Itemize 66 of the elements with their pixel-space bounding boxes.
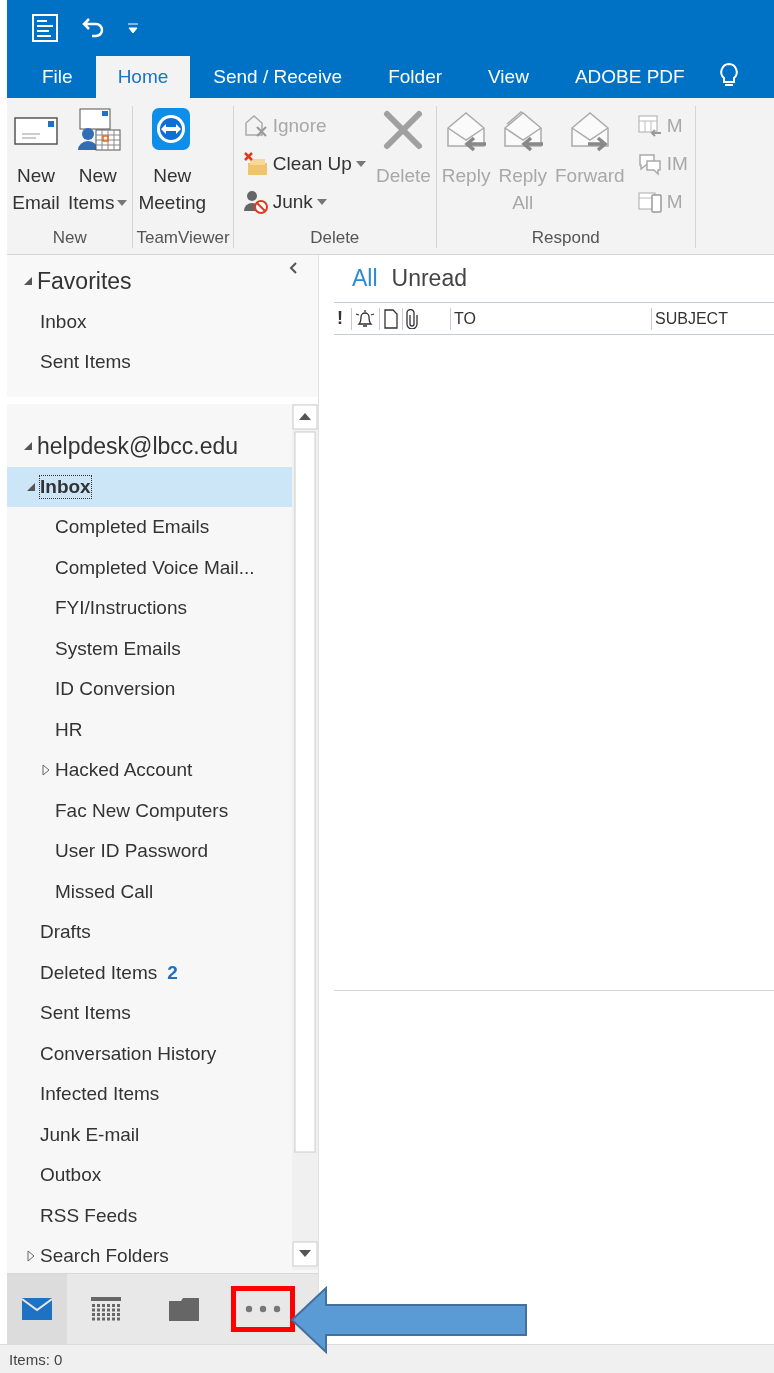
column-header[interactable]: TO: [451, 307, 652, 330]
caret-icon: [117, 199, 128, 206]
group-label: New: [51, 228, 88, 248]
folder-item[interactable]: User ID Password: [7, 831, 292, 872]
folder-item[interactable]: Hacked Account: [7, 750, 292, 791]
calendar-reply-icon: [636, 113, 663, 139]
folder-item[interactable]: System Emails: [7, 628, 292, 669]
folder-item[interactable]: Infected Items: [7, 1074, 292, 1115]
folder-item[interactable]: Completed Voice Mail...: [7, 547, 292, 588]
ribbon-button[interactable]: Junk: [242, 186, 366, 218]
folder-item[interactable]: Fac New Computers: [7, 790, 292, 831]
folder-icon[interactable]: [169, 1297, 199, 1321]
folder-item[interactable]: Search Folders: [7, 1236, 292, 1277]
bell-icon[interactable]: [355, 308, 375, 329]
customize-caret-icon[interactable]: [127, 21, 139, 34]
ribbon-tab[interactable]: Folder: [365, 56, 466, 98]
ribbon-button[interactable]: New Items: [66, 106, 130, 228]
mail-icon[interactable]: [22, 1298, 52, 1320]
junk-icon: [242, 189, 269, 215]
quick-access-icon[interactable]: [31, 12, 59, 43]
calendar-icon[interactable]: [91, 1297, 121, 1321]
group-label: Delete: [309, 228, 361, 248]
cleanup-icon: [242, 151, 269, 177]
column-header[interactable]: !: [334, 307, 352, 330]
folder-item[interactable]: ID Conversion: [7, 669, 292, 710]
phone-calendar-icon: [636, 189, 663, 215]
group-label: TeamViewer: [136, 228, 230, 248]
ribbon-button[interactable]: New Email: [10, 106, 62, 228]
chat-icon: [636, 151, 663, 177]
folder-item[interactable]: Sent Items: [7, 342, 318, 383]
ribbon-tab[interactable]: Send / Receive: [190, 56, 366, 98]
ribbon-button[interactable]: Clean Up: [242, 148, 366, 180]
ribbon-tab[interactable]: Home: [95, 56, 191, 98]
paperclip-icon[interactable]: [406, 308, 418, 329]
caret-icon: [355, 161, 366, 167]
more-icon[interactable]: [245, 1305, 281, 1313]
ignore-icon: [242, 113, 269, 139]
folder-item[interactable]: Deleted Items 2: [7, 952, 292, 993]
folder-item[interactable]: Missed Call: [7, 871, 292, 912]
folder-item[interactable]: Inbox: [7, 301, 318, 342]
folder-item[interactable]: FYI/Instructions: [7, 588, 292, 629]
folder-item[interactable]: Outbox: [7, 1155, 292, 1196]
status-text: Items: 0: [0, 1344, 774, 1373]
ribbon-tab[interactable]: View: [465, 56, 552, 98]
folder-item[interactable]: Conversation History: [7, 1033, 292, 1074]
folder-item[interactable]: HR: [7, 709, 292, 750]
ribbon-button[interactable]: New Meeting: [136, 106, 209, 228]
account-header[interactable]: helpdesk@lbcc.edu: [7, 426, 292, 467]
caret-icon: [316, 199, 327, 205]
scrollbar[interactable]: [292, 404, 318, 1270]
column-header[interactable]: SUBJECT: [652, 307, 731, 330]
filter-tab[interactable]: Unread: [391, 265, 467, 292]
document-icon[interactable]: [383, 308, 399, 329]
undo-icon[interactable]: [81, 16, 105, 39]
folder-item[interactable]: Inbox: [7, 466, 292, 507]
folder-item[interactable]: RSS Feeds: [7, 1195, 292, 1236]
folder-item[interactable]: Sent Items: [7, 993, 292, 1034]
collapse-chevron-icon[interactable]: [288, 261, 298, 275]
group-label: Respond: [530, 228, 601, 248]
folder-item[interactable]: Junk E-mail: [7, 1114, 292, 1155]
ribbon-tab[interactable]: File: [19, 56, 96, 98]
filter-tab[interactable]: All: [352, 265, 378, 292]
folder-item[interactable]: Drafts: [7, 912, 292, 953]
account-header[interactable]: Favorites: [7, 261, 318, 302]
folder-item[interactable]: Completed Emails: [7, 507, 292, 548]
ribbon-tab[interactable]: ADOBE PDF: [551, 56, 708, 98]
